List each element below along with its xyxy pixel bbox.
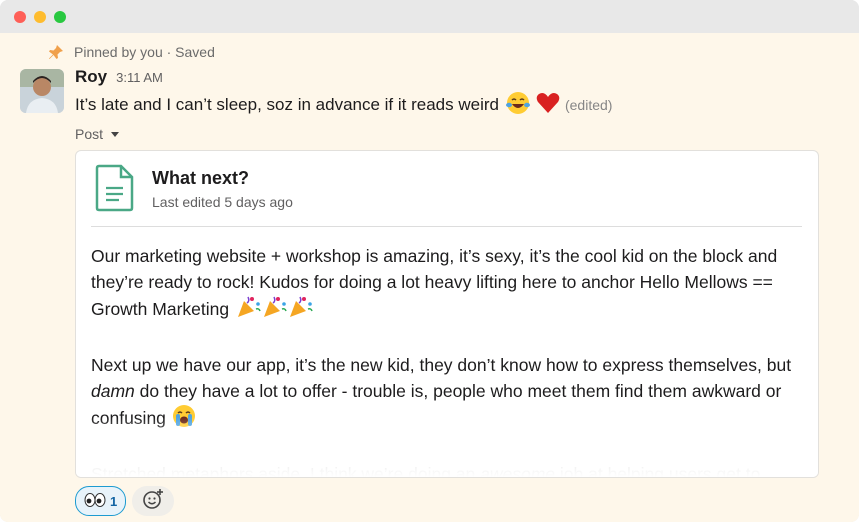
minimize-window-button[interactable] [34, 11, 46, 23]
red-heart-emoji-icon [535, 90, 561, 121]
message-text: It’s late and I can’t sleep, soz in adva… [75, 91, 612, 119]
document-icon [95, 164, 135, 217]
post-divider [91, 226, 802, 227]
post-last-edited: Last edited 5 days ago [152, 194, 293, 210]
message-timestamp[interactable]: 3:11 AM [116, 70, 163, 85]
reactions-bar: 1 [75, 485, 175, 517]
window-titlebar [0, 0, 859, 33]
add-reaction-button[interactable] [132, 486, 175, 516]
pin-icon [48, 44, 64, 60]
party-popper-emoji-icon [262, 295, 288, 326]
post-title[interactable]: What next? [152, 168, 249, 189]
post-paragraph: Our marketing website + workshop is amaz… [91, 243, 801, 326]
eyes-reaction-button[interactable]: 1 [75, 486, 127, 516]
post-paragraph: Stretched metaphors aside, I think we’re… [91, 464, 761, 478]
avatar[interactable] [20, 69, 64, 113]
reaction-count: 1 [110, 493, 118, 509]
pinned-label: Pinned by you · Saved [74, 44, 215, 60]
post-toggle-label: Post [75, 126, 104, 142]
author-name[interactable]: Roy [75, 67, 107, 87]
message-header: Roy 3:11 AM [75, 67, 163, 89]
party-popper-emoji-icon [236, 295, 262, 326]
post-paragraph: Next up we have our app, it’s the new ki… [91, 352, 801, 435]
close-window-button[interactable] [14, 11, 26, 23]
app-window: Pinned by you · Saved Roy 3:11 AM It’s l… [0, 0, 859, 522]
pinned-indicator: Pinned by you · Saved [48, 43, 215, 61]
post-body: Our marketing website + workshop is amaz… [91, 243, 801, 478]
edited-label: (edited) [564, 97, 613, 113]
add-emoji-icon [142, 488, 164, 515]
party-popper-emoji-icon [288, 295, 314, 326]
laughing-tears-emoji-icon [505, 90, 531, 121]
loudly-crying-emoji-icon [171, 404, 197, 435]
eyes-icon [84, 492, 106, 511]
post-card[interactable]: What next? Last edited 5 days ago Our ma… [75, 150, 819, 478]
post-toggle[interactable]: Post [75, 125, 120, 143]
caret-down-icon [111, 131, 120, 137]
zoom-window-button[interactable] [54, 11, 66, 23]
message-body: It’s late and I can’t sleep, soz in adva… [75, 95, 499, 114]
message-pane: Pinned by you · Saved Roy 3:11 AM It’s l… [0, 33, 859, 522]
